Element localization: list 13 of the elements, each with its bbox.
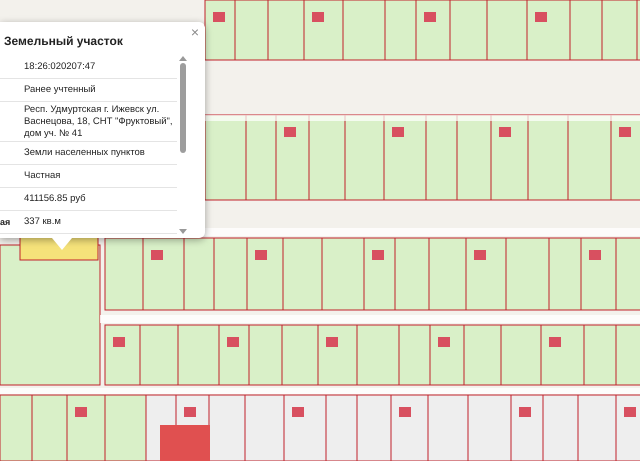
scroll-down-icon[interactable] <box>179 229 187 234</box>
row-value: 337 кв.м <box>24 216 62 228</box>
row-value: 18:26:020207:47 <box>24 61 96 73</box>
scroll-up-icon[interactable] <box>179 56 187 61</box>
row-value: Ранее учтенный <box>24 84 97 96</box>
scrollbar-thumb[interactable] <box>180 63 186 153</box>
close-button[interactable]: × <box>188 24 201 40</box>
row-value: Респ. Удмуртская г. Ижевск ул. Васнецова, 18, СНТ "Фруктовый", дом уч. № 41 <box>24 104 174 140</box>
row-value: 411156.85 руб <box>24 193 87 205</box>
row-value: Земли населенных пунктов <box>24 147 146 159</box>
row-value: Частная <box>24 170 62 182</box>
row-label: ая <box>0 217 12 227</box>
popup-title: Земельный участок <box>4 34 124 50</box>
